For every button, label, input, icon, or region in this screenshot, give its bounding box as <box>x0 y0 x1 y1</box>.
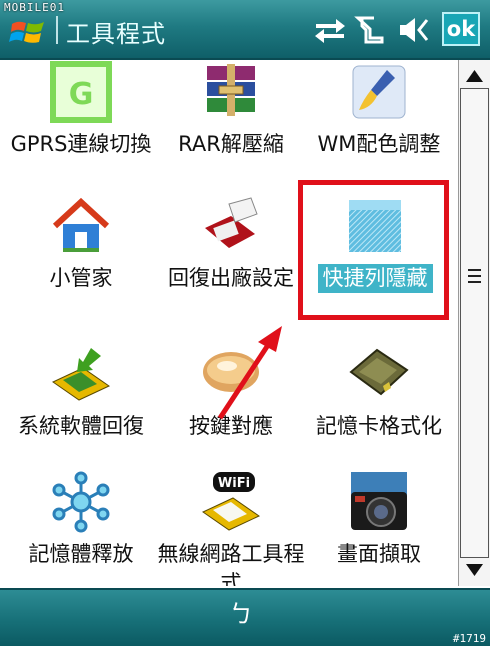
start-button[interactable] <box>8 14 48 48</box>
window-title: 工具程式 <box>66 20 166 48</box>
grip-icon <box>468 269 481 283</box>
bottom-bar: ㄅ #1719 <box>0 588 490 646</box>
connectivity-icon[interactable] <box>312 14 348 46</box>
scrollbar[interactable] <box>458 60 490 586</box>
corner-tag: #1719 <box>452 632 486 645</box>
annotation-arrow <box>217 326 282 420</box>
scroll-thumb[interactable] <box>460 88 489 558</box>
signal-icon[interactable] <box>352 14 388 46</box>
app-grid: G GPRS連線切換 RAR解壓縮 WM配色調整 小管家 回復出廠設定 快捷列隱… <box>0 60 458 586</box>
ok-button[interactable]: ok <box>442 12 480 46</box>
softkey-center[interactable]: ㄅ <box>229 594 253 629</box>
watermark: MOBILE01 <box>4 1 65 14</box>
title-bar: MOBILE01 工具程式 ok <box>0 0 490 60</box>
title-separator <box>56 16 58 44</box>
scroll-down-arrow[interactable] <box>459 550 490 586</box>
volume-icon[interactable] <box>396 14 432 46</box>
